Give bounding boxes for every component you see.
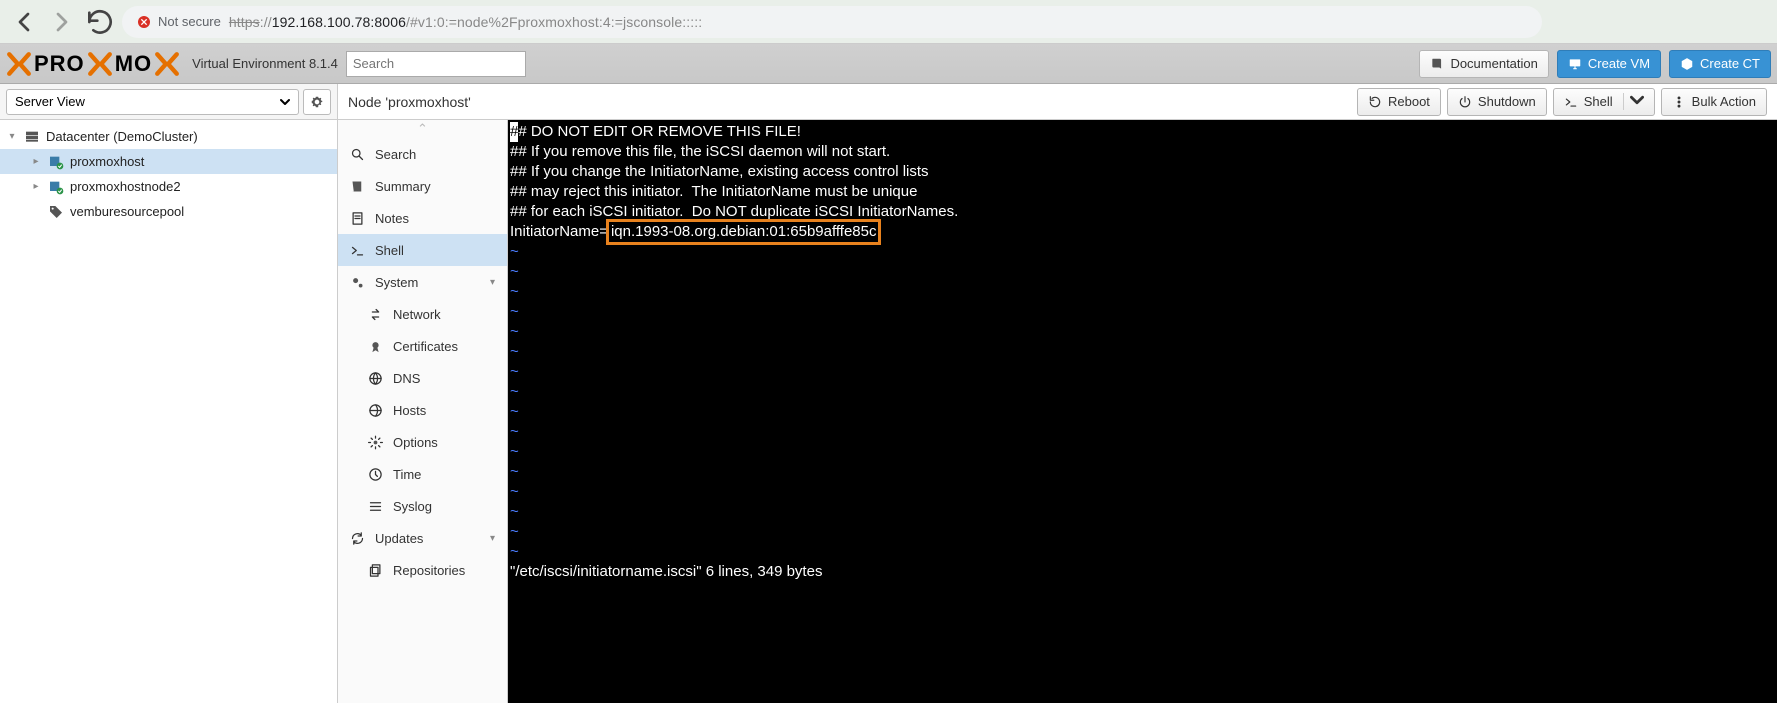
browser-toolbar: Not secure https://192.168.100.78:8006/#…	[0, 0, 1777, 44]
version-label: Virtual Environment 8.1.4	[192, 56, 338, 71]
reboot-icon	[1368, 95, 1382, 109]
back-button[interactable]	[8, 6, 40, 38]
terminal-icon	[1564, 95, 1578, 109]
files-icon	[368, 563, 383, 578]
view-selector[interactable]: Server View	[6, 89, 299, 115]
tree-item-node-proxmoxhost[interactable]: ▸ proxmoxhost	[0, 149, 337, 174]
gear-icon	[368, 435, 383, 450]
global-search-input[interactable]	[346, 51, 526, 77]
chevron-down-icon: ▾	[490, 533, 495, 544]
node-toolbar: Node 'proxmoxhost' Reboot Shutdown Shell…	[338, 84, 1777, 119]
documentation-button[interactable]: Documentation	[1419, 50, 1548, 78]
proxmox-logo[interactable]: PRO MO	[6, 51, 180, 77]
security-badge: Not secure	[136, 14, 221, 30]
globe-icon	[368, 403, 383, 418]
server-online-icon	[48, 179, 64, 195]
menu-item-network[interactable]: Network	[338, 298, 507, 330]
book-icon	[1430, 57, 1444, 71]
menu-item-options[interactable]: Options	[338, 426, 507, 458]
expand-icon[interactable]: ▸	[30, 156, 42, 167]
datacenter-icon	[24, 129, 40, 145]
clock-icon	[368, 467, 383, 482]
list-icon	[368, 499, 383, 514]
url-text: https://192.168.100.78:8006/#v1:0:=node%…	[229, 14, 702, 30]
expand-icon[interactable]: ▸	[30, 181, 42, 192]
resource-tree[interactable]: ▾ Datacenter (DemoCluster) ▸ proxmoxhost…	[0, 120, 338, 703]
chevron-down-icon	[1630, 93, 1644, 107]
globe-icon	[368, 371, 383, 386]
x-logo-icon	[6, 51, 32, 77]
chevron-down-icon: ▾	[490, 277, 495, 288]
reload-button[interactable]	[84, 6, 116, 38]
server-online-icon	[48, 154, 64, 170]
menu-item-hosts[interactable]: Hosts	[338, 394, 507, 426]
menu-item-notes[interactable]: Notes	[338, 202, 507, 234]
menu-item-certificates[interactable]: Certificates	[338, 330, 507, 362]
forward-button[interactable]	[46, 6, 78, 38]
cube-icon	[1680, 57, 1694, 71]
certificate-icon	[368, 339, 383, 354]
book-icon	[350, 179, 365, 194]
menu-item-search[interactable]: Search	[338, 138, 507, 170]
gears-icon	[350, 275, 365, 290]
search-icon	[350, 147, 365, 162]
monitor-icon	[1568, 57, 1582, 71]
terminal-icon	[350, 243, 365, 258]
address-bar[interactable]: Not secure https://192.168.100.78:8006/#…	[122, 6, 1542, 38]
menu-collapse-handle[interactable]: ⌃	[338, 120, 507, 138]
collapse-icon[interactable]: ▾	[6, 131, 18, 142]
network-icon	[368, 307, 383, 322]
tree-settings-button[interactable]	[303, 89, 331, 115]
menu-item-summary[interactable]: Summary	[338, 170, 507, 202]
editor-status-line: "/etc/iscsi/initiatorname.iscsi" 6 lines…	[510, 562, 1777, 582]
tree-item-datacenter[interactable]: ▾ Datacenter (DemoCluster)	[0, 124, 337, 149]
refresh-icon	[350, 531, 365, 546]
menu-item-repositories[interactable]: Repositories	[338, 554, 507, 586]
bulk-actions-button[interactable]: Bulk Action	[1661, 88, 1767, 116]
tag-icon	[48, 204, 64, 220]
reboot-button[interactable]: Reboot	[1357, 88, 1441, 116]
tree-item-node-proxmoxhostnode2[interactable]: ▸ proxmoxhostnode2	[0, 174, 337, 199]
power-icon	[1458, 95, 1472, 109]
create-ct-button[interactable]: Create CT	[1669, 50, 1771, 78]
shell-button[interactable]: Shell	[1553, 88, 1655, 116]
menu-item-shell[interactable]: Shell	[338, 234, 507, 266]
x-logo-end-icon	[154, 51, 180, 77]
reload-icon	[84, 6, 116, 38]
menu-item-syslog[interactable]: Syslog	[338, 490, 507, 522]
menu-item-dns[interactable]: DNS	[338, 362, 507, 394]
arrow-right-icon	[46, 6, 78, 38]
shell-dropdown-caret[interactable]	[1623, 93, 1650, 110]
not-secure-icon	[136, 14, 152, 30]
menu-item-time[interactable]: Time	[338, 458, 507, 490]
shutdown-button[interactable]: Shutdown	[1447, 88, 1547, 116]
gear-icon	[310, 95, 324, 109]
security-label: Not secure	[158, 14, 221, 29]
sub-toolbar: Server View Node 'proxmoxhost' Reboot Sh…	[0, 84, 1777, 120]
create-vm-button[interactable]: Create VM	[1557, 50, 1661, 78]
menu-icon	[1672, 95, 1686, 109]
shell-console[interactable]: ## DO NOT EDIT OR REMOVE THIS FILE! ## I…	[508, 120, 1777, 703]
tree-toolbar: Server View	[0, 84, 338, 119]
note-icon	[350, 211, 365, 226]
node-side-menu: ⌃ Search Summary Notes Shell System▾ Net…	[338, 120, 508, 703]
initiator-name-highlight: iqn.1993-08.org.debian:01:65b9afffe85c	[606, 219, 882, 245]
app-header: PRO MO Virtual Environment 8.1.4 Documen…	[0, 44, 1777, 84]
node-title: Node 'proxmoxhost'	[348, 94, 1351, 110]
chevron-down-icon	[280, 97, 290, 107]
menu-item-updates[interactable]: Updates▾	[338, 522, 507, 554]
tree-item-pool[interactable]: vemburesourcepool	[0, 199, 337, 224]
arrow-left-icon	[8, 6, 40, 38]
menu-item-system[interactable]: System▾	[338, 266, 507, 298]
main-area: ▾ Datacenter (DemoCluster) ▸ proxmoxhost…	[0, 120, 1777, 703]
view-selector-label: Server View	[15, 94, 85, 109]
x-logo-small-icon	[87, 51, 113, 77]
